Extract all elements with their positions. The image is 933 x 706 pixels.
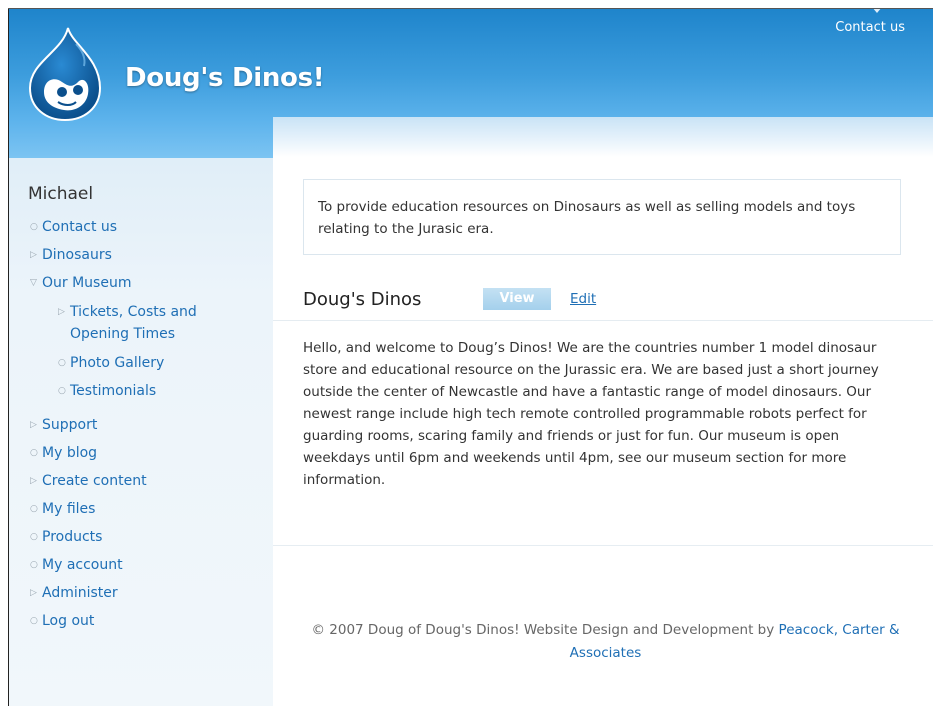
sidebar-item-contact-us[interactable]: ○ Contact us bbox=[30, 219, 117, 236]
collapsed-arrow-icon: ▷ bbox=[30, 588, 37, 598]
content-top-gradient bbox=[273, 117, 933, 157]
sidebar: Michael ○ Contact us ▷ Dinosaurs ▽ Our M… bbox=[8, 158, 273, 706]
sidebar-item-my-files[interactable]: ○ My files bbox=[30, 501, 95, 518]
node-body: Hello, and welcome to Doug’s Dinos! We a… bbox=[303, 340, 879, 488]
sidebar-item-support[interactable]: ▷ Support bbox=[30, 417, 97, 434]
sidebar-item-administer[interactable]: ▷ Administer bbox=[30, 585, 118, 602]
sidebar-item-label[interactable]: Tickets, Costs and Opening Times bbox=[70, 301, 230, 345]
window-left-border bbox=[8, 8, 9, 706]
footer-text: © 2007 Doug of Doug's Dinos! Website Des… bbox=[311, 622, 775, 638]
collapsed-arrow-icon: ▷ bbox=[30, 420, 37, 430]
sidebar-item-our-museum[interactable]: ▽ Our Museum bbox=[30, 275, 131, 292]
sidebar-item-label[interactable]: Log out bbox=[42, 613, 94, 630]
page-title: Doug's Dinos bbox=[303, 289, 422, 310]
main-content: To provide education resources on Dinosa… bbox=[273, 117, 933, 706]
leaf-bullet-icon: ○ bbox=[30, 560, 38, 570]
site-footer: © 2007 Doug of Doug's Dinos! Website Des… bbox=[303, 619, 908, 665]
tab-view[interactable]: View bbox=[483, 288, 551, 310]
sidebar-item-label[interactable]: Photo Gallery bbox=[70, 355, 164, 372]
tab-edit[interactable]: Edit bbox=[570, 291, 596, 307]
leaf-bullet-icon: ○ bbox=[58, 358, 66, 368]
sidebar-item-dinosaurs[interactable]: ▷ Dinosaurs bbox=[30, 247, 112, 264]
user-name-heading: Michael bbox=[28, 184, 94, 204]
tabs-divider bbox=[273, 320, 933, 321]
sidebar-item-my-blog[interactable]: ○ My blog bbox=[30, 445, 97, 462]
sidebar-item-my-account[interactable]: ○ My account bbox=[30, 557, 123, 574]
header-contact-link[interactable]: Contact us bbox=[835, 20, 905, 35]
collapsed-arrow-icon: ▷ bbox=[58, 307, 65, 317]
sidebar-item-label[interactable]: My account bbox=[42, 557, 123, 574]
sidebar-item-testimonials[interactable]: ○ Testimonials bbox=[58, 383, 156, 400]
site-name[interactable]: Doug's Dinos! bbox=[125, 63, 325, 93]
sidebar-item-photo-gallery[interactable]: ○ Photo Gallery bbox=[58, 355, 164, 372]
sidebar-item-label[interactable]: My files bbox=[42, 501, 95, 518]
sidebar-item-label[interactable]: Testimonials bbox=[70, 383, 156, 400]
mission-statement: To provide education resources on Dinosa… bbox=[303, 179, 901, 255]
footer-divider bbox=[273, 545, 933, 546]
sidebar-item-label[interactable]: Create content bbox=[42, 473, 147, 490]
collapsed-arrow-icon: ▷ bbox=[30, 476, 37, 486]
sidebar-item-label[interactable]: Products bbox=[42, 529, 102, 546]
expanded-arrow-icon: ▽ bbox=[30, 278, 37, 288]
sidebar-item-label[interactable]: Administer bbox=[42, 585, 118, 602]
leaf-bullet-icon: ○ bbox=[30, 222, 38, 232]
leaf-bullet-icon: ○ bbox=[30, 448, 38, 458]
leaf-bullet-icon: ○ bbox=[58, 386, 66, 396]
leaf-bullet-icon: ○ bbox=[30, 504, 38, 514]
sidebar-item-products[interactable]: ○ Products bbox=[30, 529, 102, 546]
leaf-bullet-icon: ○ bbox=[30, 532, 38, 542]
sidebar-item-label[interactable]: Our Museum bbox=[42, 275, 131, 292]
sidebar-item-label[interactable]: My blog bbox=[42, 445, 97, 462]
sidebar-item-label[interactable]: Contact us bbox=[42, 219, 117, 236]
sidebar-item-log-out[interactable]: ○ Log out bbox=[30, 613, 94, 630]
page-frame: Contact us Doug's Dinos! Michael ○ Conta… bbox=[8, 8, 933, 706]
window-top-border bbox=[8, 8, 933, 9]
sidebar-item-tickets[interactable]: ▷ Tickets, Costs and Opening Times bbox=[58, 301, 230, 345]
drupal-drop-icon[interactable] bbox=[28, 26, 102, 122]
sidebar-item-label[interactable]: Support bbox=[42, 417, 97, 434]
sidebar-item-create-content[interactable]: ▷ Create content bbox=[30, 473, 147, 490]
collapsed-arrow-icon: ▷ bbox=[30, 250, 37, 260]
leaf-bullet-icon: ○ bbox=[30, 616, 38, 626]
sidebar-item-label[interactable]: Dinosaurs bbox=[42, 247, 112, 264]
